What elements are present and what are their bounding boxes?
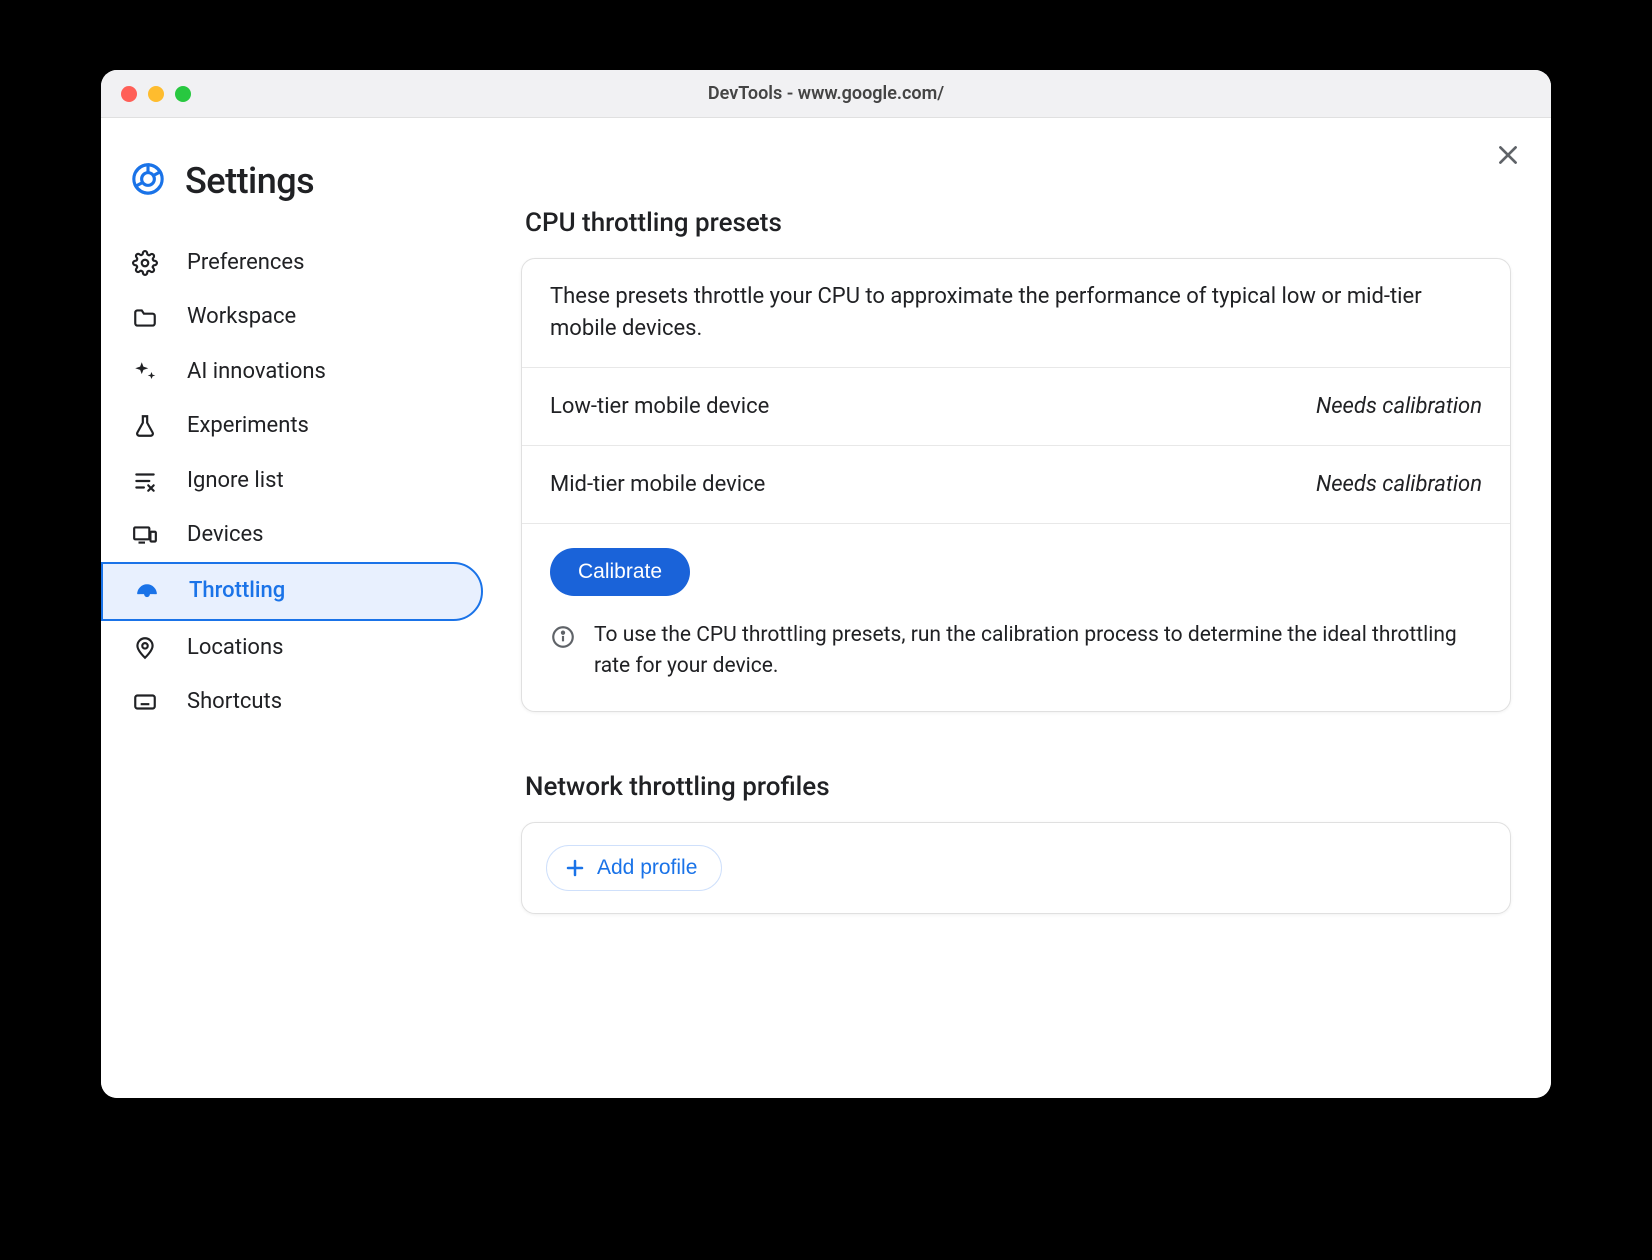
sidebar-item-preferences[interactable]: Preferences [101,236,483,290]
main-panel: CPU throttling presets These presets thr… [501,118,1551,1098]
sidebar-item-label: Ignore list [187,468,284,494]
add-profile-label: Add profile [597,856,697,880]
calibration-info: To use the CPU throttling presets, run t… [550,620,1482,683]
sidebar-item-devices[interactable]: Devices [101,508,483,562]
titlebar: DevTools - www.google.com/ [101,70,1551,118]
sidebar-item-shortcuts[interactable]: Shortcuts [101,675,483,729]
preset-row-mid-tier: Mid-tier mobile device Needs calibration [522,446,1510,524]
content-area: Settings Preferences Workspace [101,118,1551,1098]
add-profile-button[interactable]: Add profile [546,845,722,891]
gear-icon [131,250,159,276]
info-icon [550,620,576,661]
filter-x-icon [131,468,159,494]
cpu-section-title: CPU throttling presets [525,208,1511,238]
sidebar-item-label: Shortcuts [187,689,282,715]
page-title: Settings [185,160,314,202]
preset-status: Needs calibration [1316,472,1482,497]
sidebar-item-experiments[interactable]: Experiments [101,399,483,453]
devtools-logo-icon [131,162,165,200]
preset-row-low-tier: Low-tier mobile device Needs calibration [522,368,1510,446]
network-section-title: Network throttling profiles [525,772,1511,802]
plus-icon [563,856,587,880]
settings-nav: Preferences Workspace AI innovations [101,226,501,730]
sidebar-item-label: Experiments [187,413,309,439]
window-title: DevTools - www.google.com/ [101,83,1551,104]
sidebar-item-ai-innovations[interactable]: AI innovations [101,345,483,399]
sidebar-item-ignore-list[interactable]: Ignore list [101,454,483,508]
calibration-info-text: To use the CPU throttling presets, run t… [594,620,1482,683]
preset-name: Low-tier mobile device [550,394,769,419]
devtools-window: DevTools - www.google.com/ Settings Pref [101,70,1551,1098]
cpu-description: These presets throttle your CPU to appro… [522,259,1510,368]
window-close-button[interactable] [121,86,137,102]
sidebar-item-label: Throttling [189,578,285,604]
sparkle-icon [131,359,159,385]
settings-sidebar: Settings Preferences Workspace [101,118,501,1098]
calibrate-button[interactable]: Calibrate [550,548,690,596]
sidebar-item-label: Workspace [187,304,296,330]
sidebar-item-workspace[interactable]: Workspace [101,290,483,344]
traffic-lights [101,86,191,102]
sidebar-item-label: Devices [187,522,264,548]
flask-icon [131,413,159,439]
gauge-icon [133,579,161,605]
window-minimize-button[interactable] [148,86,164,102]
preset-status: Needs calibration [1316,394,1482,419]
cpu-card-footer: Calibrate To use the CPU throttling pres… [522,524,1510,711]
settings-header: Settings [101,142,501,226]
window-maximize-button[interactable] [175,86,191,102]
keyboard-icon [131,689,159,715]
sidebar-item-throttling[interactable]: Throttling [101,562,483,620]
sidebar-item-locations[interactable]: Locations [101,621,483,675]
preset-name: Mid-tier mobile device [550,472,765,497]
devices-icon [131,522,159,548]
sidebar-item-label: AI innovations [187,359,326,385]
location-pin-icon [131,635,159,661]
sidebar-item-label: Locations [187,635,283,661]
sidebar-item-label: Preferences [187,250,304,276]
close-settings-button[interactable] [1495,142,1521,172]
network-profiles-card: Add profile [521,822,1511,914]
folder-icon [131,305,159,331]
cpu-presets-card: These presets throttle your CPU to appro… [521,258,1511,712]
